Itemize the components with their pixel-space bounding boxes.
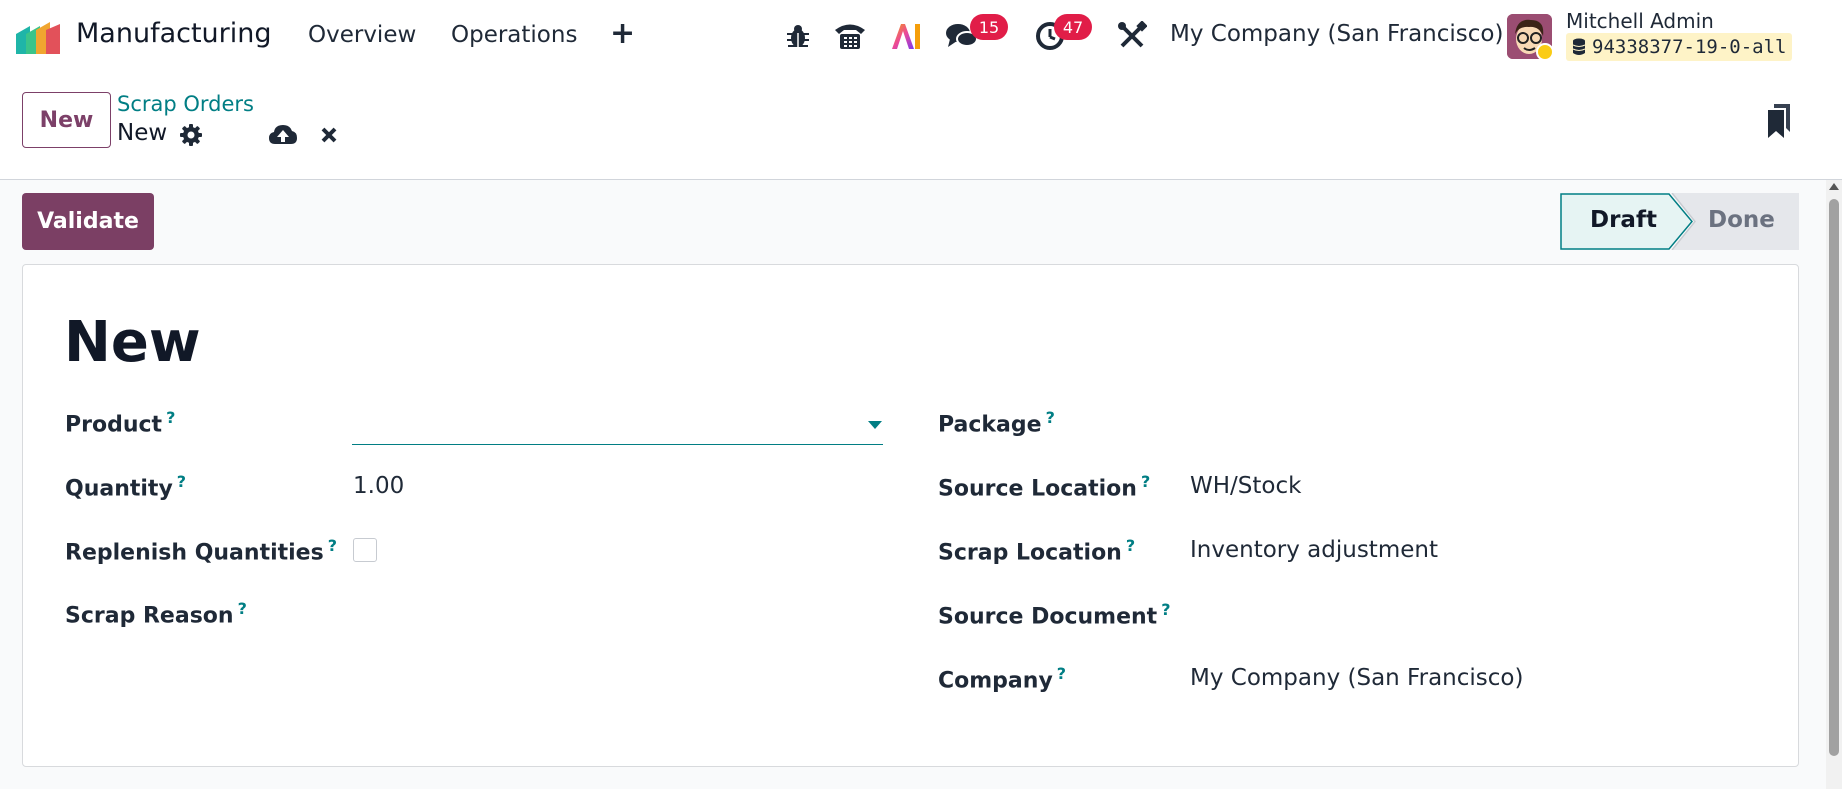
product-input[interactable]	[352, 411, 883, 445]
quantity-input[interactable]: 1.00	[353, 473, 404, 499]
status-bar: Draft Done	[1560, 193, 1799, 250]
replenish-checkbox[interactable]	[353, 538, 377, 562]
manufacturing-app-icon[interactable]	[16, 20, 64, 54]
bookmark-icon[interactable]	[1766, 104, 1792, 138]
messages-count-badge: 15	[970, 14, 1008, 40]
control-panel: New Scrap Orders New	[0, 72, 1842, 180]
away-status-dot	[1536, 43, 1554, 61]
app-name[interactable]: Manufacturing	[76, 18, 272, 49]
replenish-help-icon[interactable]: ?	[328, 536, 337, 555]
database-name: 94338377-19-0-all	[1592, 36, 1787, 58]
ai-icon[interactable]	[888, 18, 924, 54]
product-label: Product?	[65, 408, 175, 437]
activities-count-badge: 47	[1054, 14, 1092, 40]
gear-icon[interactable]	[176, 120, 206, 150]
scrap-location-help-icon[interactable]: ?	[1126, 536, 1135, 555]
company-help-icon[interactable]: ?	[1057, 664, 1066, 683]
scrap-reason-help-icon[interactable]: ?	[238, 599, 247, 618]
scroll-up-arrow[interactable]	[1829, 183, 1839, 190]
scrap-location-label: Scrap Location?	[938, 536, 1135, 565]
tools-icon[interactable]	[1114, 18, 1150, 54]
company-label-text: Company	[938, 668, 1053, 694]
company-label: Company?	[938, 664, 1066, 693]
user-name[interactable]: Mitchell Admin	[1566, 9, 1714, 33]
source-location-label: Source Location?	[938, 472, 1150, 501]
scrap-reason-label-text: Scrap Reason	[65, 603, 234, 629]
cloud-upload-icon[interactable]	[268, 120, 298, 150]
product-help-icon[interactable]: ?	[166, 408, 175, 427]
top-navbar: Manufacturing Overview Operations + 15 4…	[0, 0, 1842, 72]
quantity-help-icon[interactable]: ?	[177, 472, 186, 491]
breadcrumb-scrap-orders[interactable]: Scrap Orders	[117, 92, 254, 116]
package-help-icon[interactable]: ?	[1046, 408, 1055, 427]
source-document-label: Source Document?	[938, 600, 1170, 629]
plus-icon[interactable]: +	[610, 16, 635, 51]
menu-operations[interactable]: Operations	[451, 22, 577, 48]
phone-icon[interactable]	[832, 18, 868, 54]
product-label-text: Product	[65, 412, 163, 438]
quantity-label-text: Quantity	[65, 476, 173, 502]
scrap-location-label-text: Scrap Location	[938, 540, 1122, 566]
company-switcher[interactable]: My Company (San Francisco)	[1170, 21, 1503, 47]
scrollbar-thumb[interactable]	[1829, 199, 1839, 756]
breadcrumb-current-record: New	[117, 120, 168, 146]
scrap-location-value[interactable]: Inventory adjustment	[1190, 537, 1438, 563]
quantity-label: Quantity?	[65, 472, 186, 501]
source-location-value[interactable]: WH/Stock	[1190, 473, 1301, 499]
record-title: New	[64, 310, 201, 375]
package-label: Package?	[938, 408, 1055, 437]
company-value[interactable]: My Company (San Francisco)	[1190, 665, 1523, 691]
replenish-label-text: Replenish Quantities	[65, 540, 324, 566]
chevron-down-icon[interactable]	[868, 421, 882, 429]
replenish-label: Replenish Quantities?	[65, 536, 337, 565]
discard-icon[interactable]	[314, 120, 344, 150]
new-button[interactable]: New	[22, 92, 111, 148]
form-sheet	[22, 264, 1799, 767]
status-done[interactable]: Done	[1708, 207, 1775, 233]
source-document-help-icon[interactable]: ?	[1161, 600, 1170, 619]
source-location-label-text: Source Location	[938, 476, 1137, 502]
scrap-reason-label: Scrap Reason?	[65, 599, 247, 628]
validate-button[interactable]: Validate	[22, 193, 154, 250]
source-document-label-text: Source Document	[938, 604, 1158, 630]
status-draft[interactable]: Draft	[1590, 207, 1657, 233]
package-label-text: Package	[938, 412, 1042, 438]
bug-icon[interactable]	[780, 18, 816, 54]
menu-overview[interactable]: Overview	[308, 22, 416, 48]
database-chip: 94338377-19-0-all	[1566, 33, 1793, 61]
database-icon	[1572, 38, 1586, 55]
source-location-help-icon[interactable]: ?	[1141, 472, 1150, 491]
